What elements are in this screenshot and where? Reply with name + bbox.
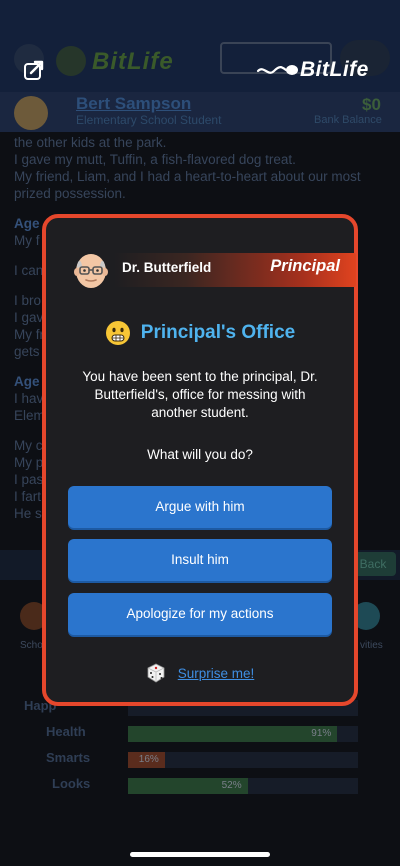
modal-title: Principal's Office (140, 322, 296, 343)
argue-button[interactable]: Argue with him (68, 486, 332, 528)
stat-percent: 91% (311, 728, 332, 739)
stat-bar: 91% (128, 726, 358, 742)
home-indicator (130, 852, 270, 857)
stat-percent: 52% (221, 780, 242, 791)
stat-percent: 16% (138, 754, 159, 765)
share-icon[interactable] (22, 58, 46, 82)
sperm-logo-icon (256, 65, 298, 75)
character-name: Bert Sampson (76, 94, 192, 113)
log-entry: the other kids at the park. (14, 135, 167, 150)
event-modal: Dr. Butterfield Principal Principal's Of… (42, 214, 358, 706)
principal-name: Dr. Butterfield (122, 260, 212, 275)
bg-logo-text: BitLife (92, 48, 174, 75)
log-entry: My friend, Liam, and I had a heart-to-he… (14, 169, 361, 201)
stat-bar: 16% (128, 752, 358, 768)
stat-label: Looks (52, 776, 91, 791)
surprise-row[interactable]: Surprise me! (46, 663, 354, 683)
modal-title-row: Principal's Office (46, 318, 354, 348)
person-header: Dr. Butterfield Principal (70, 248, 356, 290)
brand-text: BitLife (300, 58, 369, 81)
insult-button[interactable]: Insult him (68, 539, 332, 581)
stat-bar: 52% (128, 778, 358, 794)
tab-school-label: Scho (20, 640, 43, 651)
apologize-button[interactable]: Apologize for my actions (68, 593, 332, 635)
bank-balance: $0 (362, 95, 381, 114)
dice-icon[interactable] (146, 663, 166, 683)
bitlife-brand: BitLife (256, 58, 369, 82)
avatar (14, 96, 48, 130)
modal-question: What will you do? (147, 447, 253, 462)
bank-balance-label: Bank Balance (314, 114, 382, 126)
surprise-me-link[interactable]: Surprise me! (178, 666, 255, 681)
principal-avatar-icon (74, 254, 108, 288)
principal-role: Principal (270, 257, 340, 275)
modal-message: You have been sent to the principal, Dr.… (82, 369, 318, 420)
bitlife-badge-icon (56, 46, 86, 76)
log-entry: I gave my mutt, Tuffin, a fish-flavored … (14, 152, 296, 167)
stat-label: Health (46, 724, 86, 739)
character-occupation: Elementary School Student (76, 113, 222, 127)
tab-activities-label: vities (360, 640, 383, 651)
stat-label: Smarts (46, 750, 91, 765)
grimacing-face-icon (105, 321, 130, 345)
stat-bar-fill (128, 726, 338, 742)
